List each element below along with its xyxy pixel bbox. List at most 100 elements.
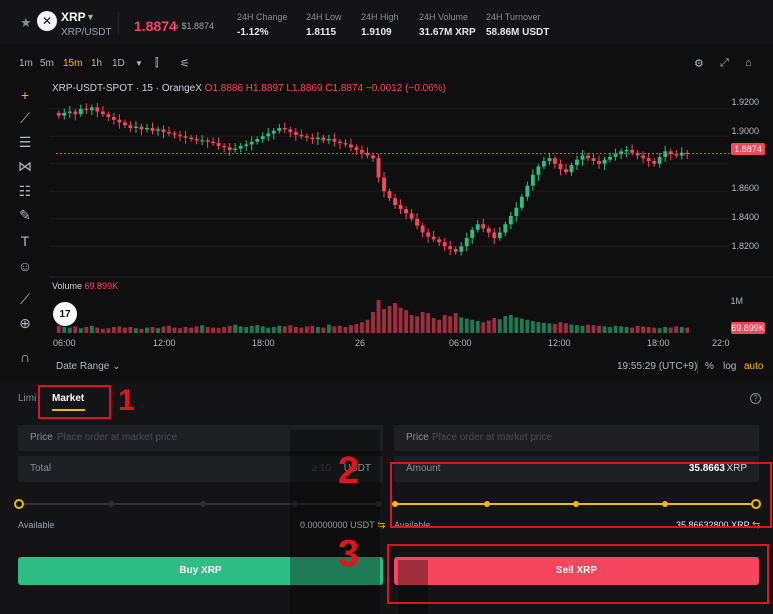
candle-body [404,209,409,214]
candle-body [475,224,480,230]
candle-body [134,126,138,128]
volume-bar [365,319,370,333]
volume-bar [387,306,392,333]
candle-body [222,145,227,148]
candle-body [150,128,155,131]
annotation-number-2: 2 [338,450,360,492]
volume-bar [349,325,353,333]
log-toggle[interactable]: log [723,361,736,372]
volume-bar [674,326,679,333]
candle-body [437,239,442,243]
annotation-box-2 [390,462,772,528]
candle-body [321,137,326,141]
volume-bar [238,326,243,333]
price-tick: 1.8600 [731,183,759,193]
candle-body [564,169,568,172]
candle-body [387,191,392,199]
volume-bar [608,327,612,333]
volume-bar [530,321,535,333]
field-label: Price [406,432,429,443]
available-label: Available [18,520,55,530]
volume-bar [619,326,624,333]
tradingview-logo[interactable]: 17 [53,302,77,326]
auto-toggle[interactable]: auto [744,361,763,372]
volume-bar [56,325,61,333]
volume-bar [288,325,293,333]
candle-body [111,117,116,120]
volume-bar [78,328,83,333]
percent-toggle[interactable]: % [705,361,714,372]
volume-bar [111,327,116,333]
volume-bar [547,323,552,333]
volume-bar [205,327,210,333]
candle-body [663,151,668,157]
sell-price-field[interactable]: Price Place order at market price [394,425,759,451]
candle-body [431,236,436,240]
candle-body [442,242,447,247]
price-tick: 1.9200 [731,97,759,107]
price-chart[interactable] [0,0,773,360]
candle-body [371,155,375,159]
slider-step[interactable] [200,501,206,507]
candle-body [183,136,188,138]
candle-body [56,112,61,116]
candle-body [161,129,166,133]
field-placeholder: Place order at market price [57,432,178,443]
volume-bar [84,327,89,333]
volume-bar [156,328,160,333]
volume-bar [470,319,475,333]
candle-body [194,139,199,141]
volume-bar [630,327,635,333]
volume-bar [117,326,122,333]
slider-knob[interactable] [14,499,24,509]
volume-bar [503,316,508,333]
date-range-button[interactable]: Date Range ⌄ [56,361,121,372]
volume-bar [310,325,315,333]
volume-bar [602,326,607,333]
tab-limit[interactable]: Limi [18,393,36,404]
slider-step[interactable] [108,501,114,507]
candle-body [486,228,491,233]
info-icon[interactable]: ? [750,393,761,404]
volume-value: 69.899K [84,281,119,291]
candle-body [365,152,370,156]
chart-legend: XRP-USDT-SPOT · 15 · OrangeX O1.8886 H1.… [52,83,446,94]
volume-bar [332,326,337,333]
volume-bar [641,326,646,333]
volume-bar [122,327,127,333]
volume-bar [409,315,414,333]
overlay-shade [290,430,380,614]
candle-body [597,161,601,164]
candle-body [73,111,78,115]
volume-bar [541,322,546,333]
time-tick: 18:00 [647,338,670,348]
candle-body [216,143,221,146]
candle-body [508,216,513,225]
candle-body [89,107,94,111]
candle-body [95,107,100,112]
field-placeholder: Place order at market price [432,432,553,443]
annotation-box-3 [387,544,769,604]
clock: 19:55:29 (UTC+9) [617,361,698,372]
volume-bar [233,324,238,333]
candle-body [492,232,497,238]
candle-body [326,139,331,141]
chevron-down-icon: ⌄ [112,361,121,372]
volume-bar [536,322,541,333]
volume-bar [497,319,502,333]
candle-body [139,126,144,130]
volume-bar [326,324,331,333]
volume-bar [553,324,557,333]
candle-body [172,133,177,135]
candle-body [354,147,359,150]
volume-bar [183,327,188,333]
volume-bar [299,327,304,333]
candle-body [608,156,612,160]
candle-body [128,125,133,128]
candle-body [304,136,309,138]
volume-bar [657,328,662,333]
candle-body [547,158,552,161]
volume-bar [282,326,287,333]
volume-bar [255,325,260,333]
candle-body [448,246,453,249]
